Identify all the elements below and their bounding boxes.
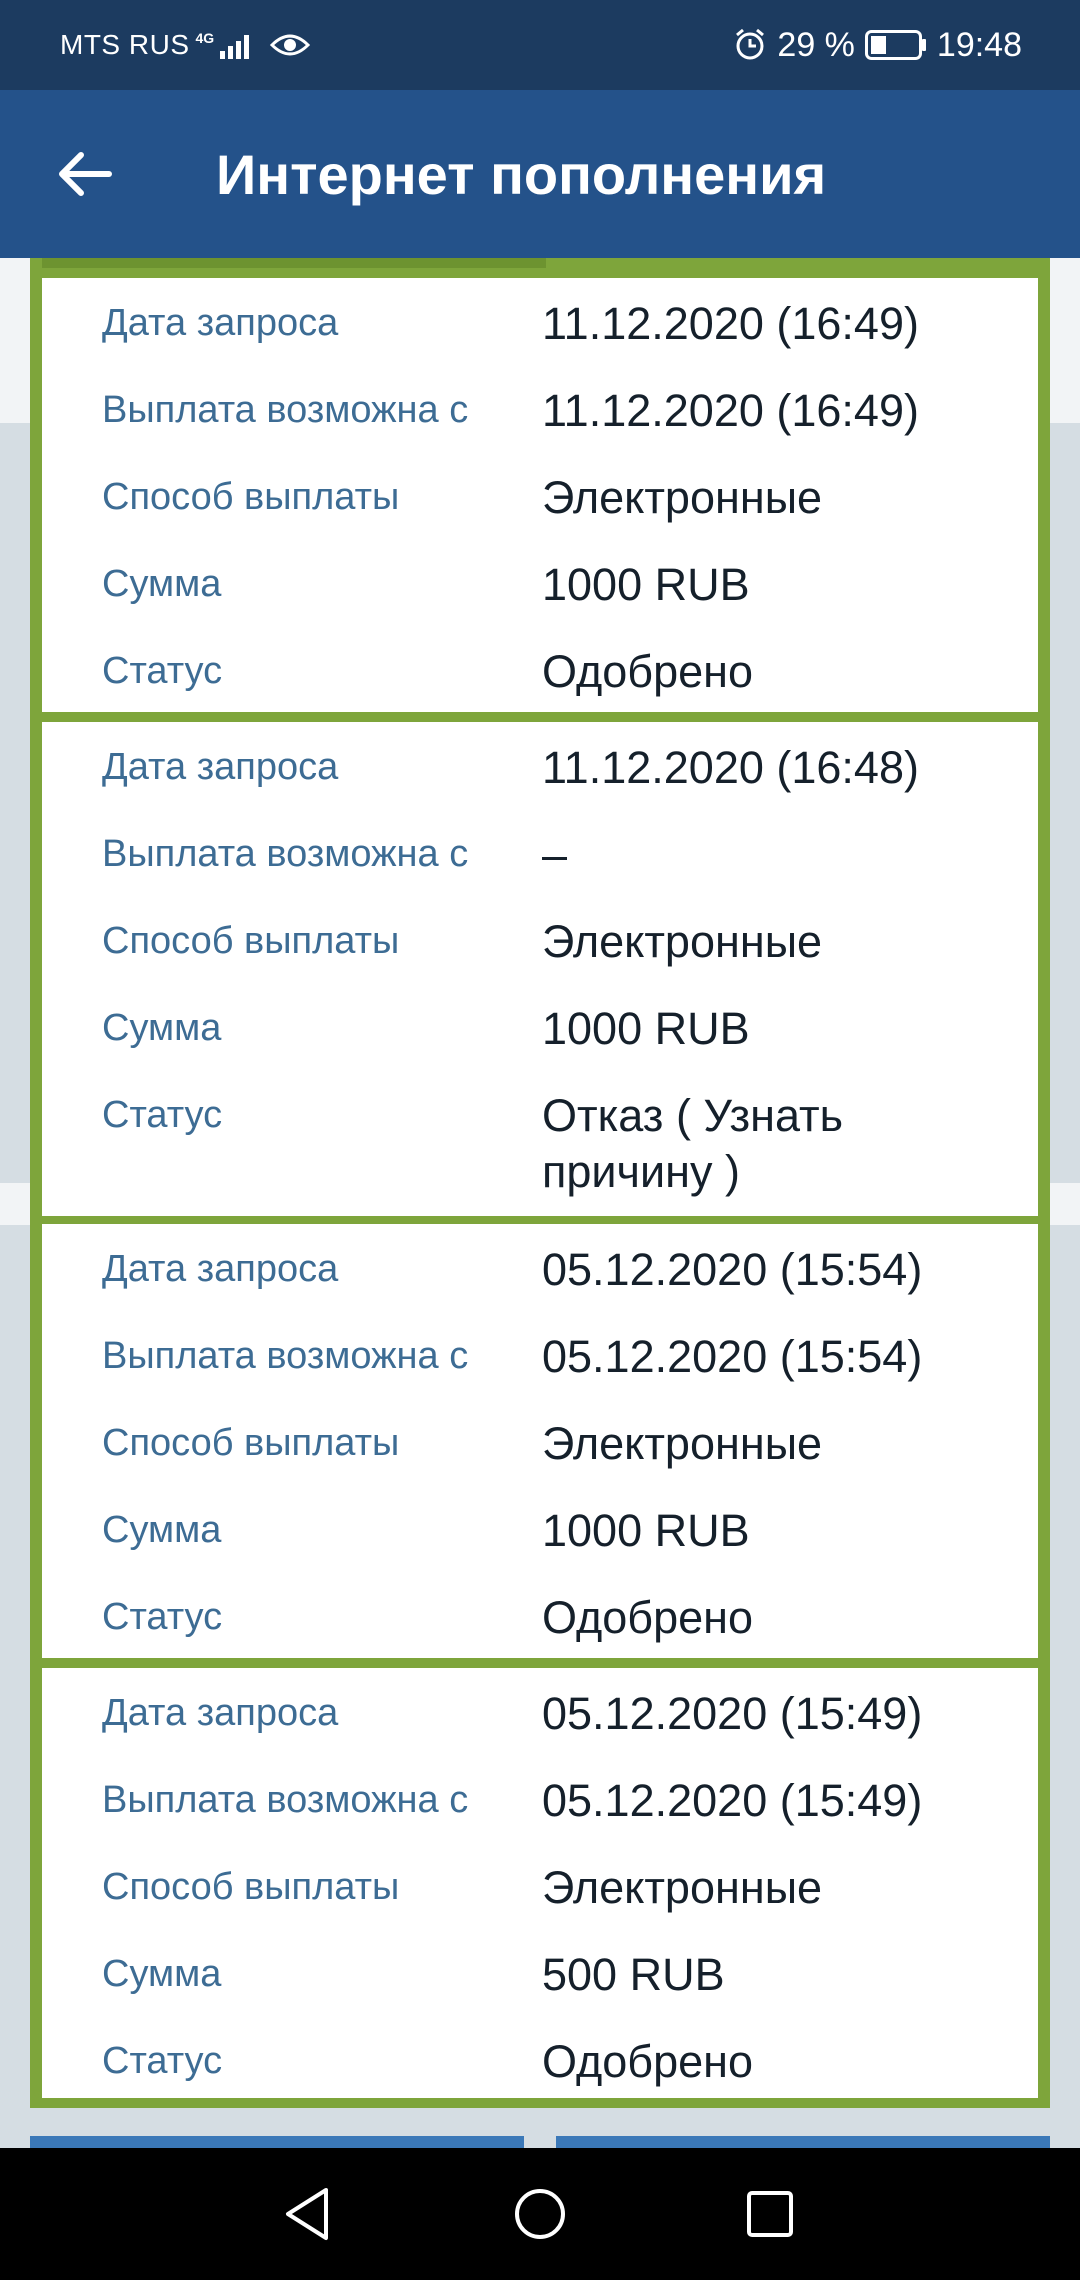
clock: 19:48 [936, 25, 1022, 64]
label-date: Дата запроса [102, 1692, 339, 1734]
value-date: 05.12.2020 (15:49) [542, 1688, 923, 1739]
signal-icon [220, 35, 250, 59]
label-method: Способ выплаты [102, 920, 400, 962]
label-method: Способ выплаты [102, 1866, 400, 1908]
value-status: Одобрено [542, 646, 754, 697]
status-reason-link[interactable]: Отказ ( Узнать причину ) [542, 1088, 982, 1200]
value-payout-from: – [542, 829, 568, 880]
label-status: Статус [102, 650, 223, 692]
system-nav-bar [0, 2148, 1080, 2280]
value-payout-from: 05.12.2020 (15:49) [542, 1775, 923, 1826]
back-button[interactable] [50, 139, 120, 209]
battery-percent: 29 % [777, 25, 855, 64]
tab-indicator [546, 258, 1038, 268]
value-payout-from: 05.12.2020 (15:54) [542, 1331, 923, 1382]
label-date: Дата запроса [102, 1248, 339, 1290]
arrow-left-icon [59, 152, 112, 196]
label-amount: Сумма [102, 1953, 222, 1995]
payout-record[interactable]: Дата запроса 11.12.2020 (16:48) Выплата … [42, 722, 1038, 1216]
value-amount: 1000 RUB [542, 1003, 750, 1054]
payout-record[interactable]: Дата запроса 05.12.2020 (15:49) Выплата … [42, 1668, 1038, 2098]
alarm-icon [736, 28, 765, 60]
label-method: Способ выплаты [102, 1422, 400, 1464]
label-amount: Сумма [102, 563, 222, 605]
label-status: Статус [102, 1094, 223, 1136]
value-date: 05.12.2020 (15:54) [542, 1244, 923, 1295]
page-title: Интернет пополнения [216, 142, 827, 206]
battery-icon [864, 30, 926, 60]
status-bar: MTS RUS 4G 29 % 19:48 [0, 0, 1080, 90]
value-date: 11.12.2020 (16:49) [542, 298, 919, 349]
value-payout-from: 11.12.2020 (16:49) [542, 385, 919, 436]
label-date: Дата запроса [102, 746, 339, 788]
label-method: Способ выплаты [102, 476, 400, 518]
value-amount: 500 RUB [542, 1949, 725, 2000]
label-payout-from: Выплата возможна с [102, 1335, 469, 1377]
nav-home-button[interactable] [504, 2178, 576, 2250]
label-payout-from: Выплата возможна с [102, 1779, 469, 1821]
tab-indicator [42, 258, 546, 268]
payout-record[interactable]: Дата запроса 11.12.2020 (16:49) Выплата … [42, 278, 1038, 712]
eye-icon [270, 34, 311, 56]
value-method: Электронные [542, 1862, 823, 1913]
label-payout-from: Выплата возможна с [102, 389, 469, 431]
label-amount: Сумма [102, 1509, 222, 1551]
network-type: 4G [195, 30, 215, 46]
bottom-tab-right[interactable] [556, 2136, 1050, 2148]
nav-back-button[interactable] [272, 2178, 344, 2250]
home-circle-icon [515, 2189, 565, 2239]
label-status: Статус [102, 1596, 223, 1638]
label-date: Дата запроса [102, 302, 339, 344]
value-method: Электронные [542, 916, 823, 967]
carrier-name: MTS RUS [60, 29, 190, 60]
nav-recents-button[interactable] [734, 2178, 806, 2250]
recents-square-icon [747, 2191, 793, 2237]
label-status: Статус [102, 2040, 223, 2082]
value-amount: 1000 RUB [542, 1505, 750, 1556]
payout-list[interactable]: Дата запроса 11.12.2020 (16:49) Выплата … [0, 258, 1080, 2148]
status-left: MTS RUS 4G [60, 29, 311, 61]
value-method: Электронные [542, 472, 823, 523]
status-right: 29 % 19:48 [733, 26, 1022, 65]
label-payout-from: Выплата возможна с [102, 833, 469, 875]
value-amount: 1000 RUB [542, 559, 750, 610]
value-status: Одобрено [542, 2036, 754, 2087]
bottom-tab-left[interactable] [30, 2136, 524, 2148]
label-amount: Сумма [102, 1007, 222, 1049]
value-method: Электронные [542, 1418, 823, 1469]
app-header: Интернет пополнения [0, 90, 1080, 258]
value-date: 11.12.2020 (16:48) [542, 742, 919, 793]
back-triangle-icon [286, 2188, 328, 2240]
payout-record[interactable]: Дата запроса 05.12.2020 (15:54) Выплата … [42, 1224, 1038, 1658]
value-status: Одобрено [542, 1592, 754, 1643]
